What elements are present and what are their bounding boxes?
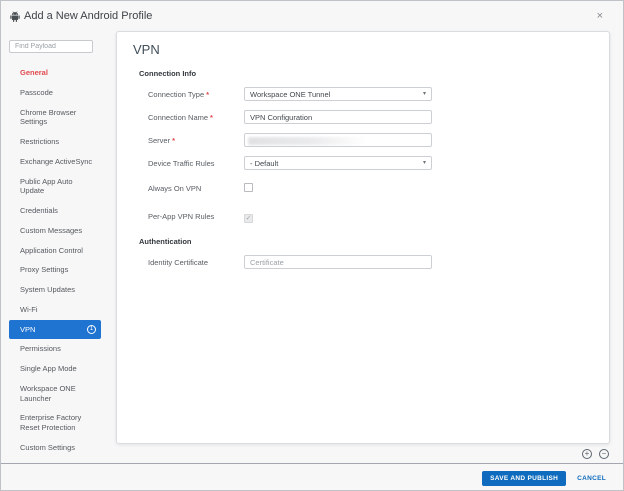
save-and-publish-button[interactable]: SAVE AND PUBLISH — [482, 471, 566, 486]
sidebar-item-permissions[interactable]: Permissions — [9, 339, 101, 359]
payload-list: General Passcode Chrome Browser Settings… — [9, 63, 101, 458]
chevron-down-icon: ▾ — [423, 160, 426, 166]
sidebar-item-vpn[interactable]: VPN 1 — [9, 320, 101, 340]
sidebar-item-wifi[interactable]: Wi-Fi — [9, 300, 101, 320]
sidebar-item-enterprise-factory-reset-protection[interactable]: Enterprise Factory Reset Protection — [9, 408, 101, 438]
authentication-form: Identity Certificate — [148, 255, 609, 269]
section-connection-info: Connection Info — [139, 69, 609, 78]
chevron-down-icon: ▾ — [423, 91, 426, 97]
version-controls: + − — [582, 449, 609, 459]
sidebar-item-vpn-label: VPN — [20, 325, 35, 335]
dialog-title: Add a New Android Profile — [24, 10, 152, 22]
per-app-vpn-rules-row: Per-App VPN Rules ✓ — [148, 207, 609, 225]
server-row: Server* — [148, 133, 609, 147]
device-traffic-rules-row: Device Traffic Rules - Default ▾ — [148, 156, 609, 170]
device-traffic-rules-value: - Default — [250, 159, 278, 168]
sidebar-item-system-updates[interactable]: System Updates — [9, 280, 101, 300]
connection-name-input[interactable] — [244, 110, 432, 124]
payload-sidebar: General Passcode Chrome Browser Settings… — [9, 35, 109, 458]
always-on-vpn-label: Always On VPN — [148, 184, 244, 193]
connection-type-select[interactable]: Workspace ONE Tunnel ▾ — [244, 87, 432, 101]
connection-name-row: Connection Name* — [148, 110, 609, 124]
always-on-vpn-checkbox[interactable] — [244, 183, 253, 192]
footer-actions: SAVE AND PUBLISH CANCEL — [482, 469, 606, 487]
sidebar-item-restrictions[interactable]: Restrictions — [9, 132, 101, 152]
server-label: Server* — [148, 136, 244, 145]
add-android-profile-dialog: Add a New Android Profile × General Pass… — [0, 0, 624, 491]
connection-type-row: Connection Type* Workspace ONE Tunnel ▾ — [148, 87, 609, 101]
identity-certificate-row: Identity Certificate — [148, 255, 609, 269]
sidebar-item-single-app-mode[interactable]: Single App Mode — [9, 359, 101, 379]
server-input[interactable] — [244, 133, 432, 147]
android-icon — [10, 11, 20, 22]
cancel-button[interactable]: CANCEL — [577, 475, 606, 482]
page-title: VPN — [133, 42, 609, 57]
sidebar-item-passcode[interactable]: Passcode — [9, 83, 101, 103]
device-traffic-rules-select[interactable]: - Default ▾ — [244, 156, 432, 170]
connection-type-label: Connection Type* — [148, 90, 244, 99]
vpn-count-badge: 1 — [87, 325, 96, 334]
sidebar-item-credentials[interactable]: Credentials — [9, 201, 101, 221]
section-authentication: Authentication — [139, 237, 609, 246]
always-on-vpn-row: Always On VPN — [148, 179, 609, 197]
per-app-vpn-rules-label: Per-App VPN Rules — [148, 212, 244, 221]
add-version-icon[interactable]: + — [582, 449, 592, 459]
vpn-settings-panel: VPN Connection Info Connection Type* Wor… — [116, 31, 610, 444]
sidebar-item-custom-settings[interactable]: Custom Settings — [9, 438, 101, 458]
sidebar-item-public-app-auto-update[interactable]: Public App Auto Update — [9, 172, 101, 202]
sidebar-item-proxy-settings[interactable]: Proxy Settings — [9, 260, 101, 280]
footer-divider — [1, 463, 623, 464]
redacted-server-value — [248, 137, 366, 145]
sidebar-item-application-control[interactable]: Application Control — [9, 241, 101, 261]
sidebar-item-custom-messages[interactable]: Custom Messages — [9, 221, 101, 241]
sidebar-item-exchange-activesync[interactable]: Exchange ActiveSync — [9, 152, 101, 172]
per-app-vpn-rules-checkbox: ✓ — [244, 214, 253, 223]
connection-info-form: Connection Type* Workspace ONE Tunnel ▾ … — [148, 87, 609, 225]
sidebar-item-workspace-one-launcher[interactable]: Workspace ONE Launcher — [9, 379, 101, 409]
identity-certificate-label: Identity Certificate — [148, 258, 244, 267]
required-asterisk: * — [206, 90, 209, 99]
close-icon[interactable]: × — [597, 11, 603, 22]
dialog-title-row: Add a New Android Profile — [10, 10, 152, 22]
sidebar-item-general[interactable]: General — [9, 63, 101, 83]
connection-name-label: Connection Name* — [148, 113, 244, 122]
identity-certificate-input[interactable] — [244, 255, 432, 269]
required-asterisk: * — [172, 136, 175, 145]
device-traffic-rules-label: Device Traffic Rules — [148, 159, 244, 168]
search-input[interactable] — [9, 40, 93, 53]
connection-type-value: Workspace ONE Tunnel — [250, 90, 330, 99]
remove-version-icon[interactable]: − — [599, 449, 609, 459]
sidebar-item-chrome-browser-settings[interactable]: Chrome Browser Settings — [9, 103, 101, 133]
required-asterisk: * — [210, 113, 213, 122]
